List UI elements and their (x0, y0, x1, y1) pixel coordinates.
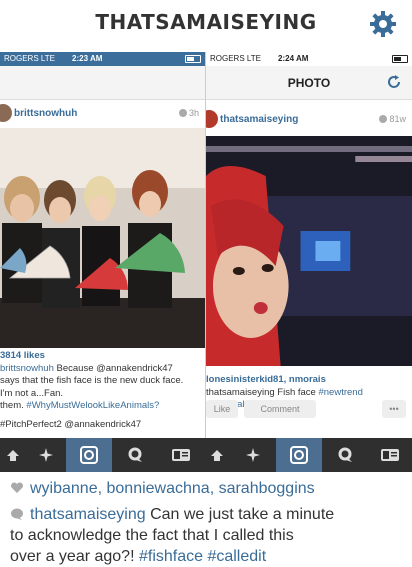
likers-list[interactable]: lonesinisterkid81, nmorais (206, 374, 412, 387)
like-button[interactable]: Like (206, 400, 238, 418)
profile-icon (381, 449, 399, 461)
tab-activity[interactable] (112, 438, 158, 472)
caption-text-4: them. (0, 400, 27, 411)
post-time-text: 3h (188, 108, 199, 118)
post-username[interactable]: thatsamaiseying (220, 114, 298, 125)
comment-username[interactable]: thatsamaiseying (30, 506, 146, 523)
battery-icon (378, 55, 408, 63)
avatar[interactable] (206, 110, 218, 128)
caption-text-3: I'm not a...Fan. (0, 387, 64, 399)
comment-item: thatsamaiseying Can we just take a minut… (10, 504, 334, 567)
explore-icon (39, 448, 53, 462)
nav-title: PHOTO (287, 76, 331, 90)
avatar[interactable] (0, 104, 12, 122)
home-icon (7, 450, 19, 461)
post-header: brittsnowhuh 3h (0, 102, 205, 126)
profile-title: THATSAMAISEYING (95, 10, 317, 34)
tab-profile[interactable] (368, 438, 412, 472)
tab-activity[interactable] (322, 438, 368, 472)
home-icon (211, 450, 223, 461)
heart-icon (10, 482, 24, 493)
left-screenshot: ROGERS LTE 2:23 AM brittsnowhuh 3h 3814 … (0, 52, 205, 472)
post-photo[interactable] (0, 128, 205, 348)
tab-camera[interactable] (276, 438, 322, 472)
comment-text-2: to acknowledge the fact that I called th… (10, 527, 294, 544)
right-screenshot: ROGERS LTE 2:24 AM PHOTO thatsamaiseying… (205, 52, 412, 472)
post-photo[interactable] (206, 136, 412, 366)
battery-icon (171, 55, 201, 63)
post-username[interactable]: brittsnowhuh (14, 108, 77, 119)
caption-text-1: Because @annakendrick47 (53, 362, 173, 374)
caption-hashtag[interactable]: #WhyMustWelookLikeAnimals? (26, 400, 159, 411)
tab-bar (0, 438, 412, 472)
post-caption: 3814 likes brittsnowhuh Because @annaken… (0, 350, 205, 431)
profile-icon (172, 449, 190, 461)
tab-camera[interactable] (66, 438, 112, 472)
more-button[interactable]: ••• (382, 400, 406, 418)
nav-bar (0, 66, 205, 100)
comment-button[interactable]: Comment (244, 400, 316, 418)
screenshot-collage: ROGERS LTE 2:23 AM brittsnowhuh 3h 3814 … (0, 52, 412, 472)
tab-home[interactable] (0, 438, 26, 472)
post-time-text: 81w (389, 114, 406, 124)
gear-icon[interactable] (368, 9, 398, 39)
activity-icon (128, 447, 142, 462)
caption-username[interactable]: brittsnowhuh (0, 363, 54, 374)
explore-icon (246, 448, 260, 462)
refresh-icon[interactable] (386, 74, 402, 90)
post-time: 3h (178, 108, 199, 118)
clock-icon (379, 115, 388, 123)
post-time: 81w (379, 114, 406, 124)
post-header: thatsamaiseying 81w (206, 108, 412, 132)
camera-icon (80, 446, 98, 464)
comment-hashtags[interactable]: #fishface #calledit (139, 548, 266, 565)
carrier-label: ROGERS LTE (210, 54, 261, 63)
activity-icon (338, 447, 352, 462)
caption-text-2: says that the fish face is the new duck … (0, 375, 184, 386)
status-bar: ROGERS LTE 2:24 AM (206, 52, 412, 66)
post-actions: Like Comment ••• (206, 400, 412, 422)
tab-home[interactable] (204, 438, 230, 472)
status-time: 2:23 AM (72, 54, 103, 63)
comment-text-1: Can we just take a minute (145, 506, 335, 523)
app-header: THATSAMAISEYING (0, 0, 412, 50)
comment-text-3: over a year ago?! (10, 548, 139, 565)
carrier-label: ROGERS LTE (4, 54, 55, 63)
likes-row: wyibanne, bonniewachna, sarahboggins (10, 480, 315, 498)
tab-explore[interactable] (230, 438, 276, 472)
camera-icon (290, 446, 308, 464)
post-comments: wyibanne, bonniewachna, sarahboggins tha… (0, 472, 412, 567)
tab-explore[interactable] (26, 438, 66, 472)
status-time: 2:24 AM (278, 54, 309, 63)
status-bar: ROGERS LTE 2:23 AM (0, 52, 205, 66)
caption-hashtag[interactable]: #newtrend (318, 387, 362, 398)
nav-bar: PHOTO (206, 66, 412, 100)
likes-count[interactable]: 3814 likes (0, 350, 205, 363)
likers-list[interactable]: wyibanne, bonniewachna, sarahboggins (30, 480, 315, 497)
caption-text-5: #PitchPerfect2 @annakendrick47 (0, 418, 142, 430)
tab-profile[interactable] (158, 438, 204, 472)
comment-icon (11, 508, 23, 520)
caption-username[interactable]: thatsamaiseying (206, 387, 275, 398)
caption-text-1: Fish face (274, 386, 319, 398)
clock-icon (178, 109, 187, 117)
